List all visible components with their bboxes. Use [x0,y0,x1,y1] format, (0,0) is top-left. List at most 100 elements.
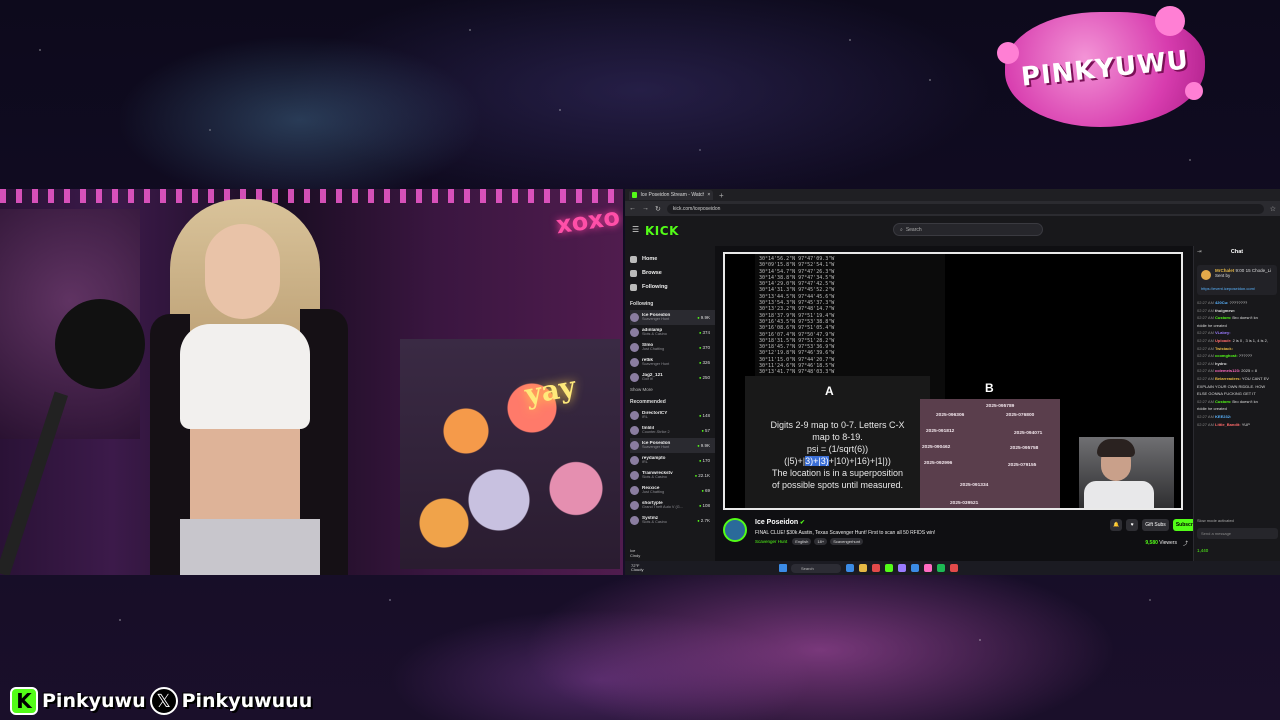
channel-viewers: 374 [699,330,715,335]
channel-viewers: 148 [699,413,715,418]
nav-following[interactable]: Following [630,280,715,294]
x-handle: Pinkyuwuuu [181,690,313,712]
browser-tab[interactable]: Ice Poseidon Stream - Watch Li × [629,190,713,200]
new-tab-icon[interactable]: + [719,191,724,200]
chat-user[interactable]: Twistack: [1215,346,1233,351]
channel-item[interactable]: RexxiceJust Chatting69 [630,483,715,498]
chat-user[interactable]: Custom: [1215,399,1232,404]
chat-user[interactable]: Uploadr: [1215,338,1233,343]
pinned-link[interactable]: https://event.iceposeidon.com/ [1201,286,1274,291]
chat-title: Chat [1230,249,1244,255]
app-icon[interactable] [872,564,880,572]
app-icon[interactable] [924,564,932,572]
channel-category: Scavenger Hunt [642,444,670,449]
weather-widget[interactable]: 72°F Cloudy [631,563,701,573]
tab-bar: Ice Poseidon Stream - Watch Li × + [625,189,1280,201]
heart-icon [630,283,637,291]
channel-text: Ice Poseidon Scavenger Hunt [642,441,694,449]
chat-message: 02:27 AM 420Cu: ???????? [1197,299,1277,307]
channel-text: Trainwreckstv Slots & Casino [642,471,692,479]
menu-icon[interactable]: ☰ [632,225,639,234]
app-icon[interactable] [937,564,945,572]
channel-item[interactable]: SystmzSlots & Casino2.7K [630,513,715,528]
nav-browse[interactable]: Browse [630,266,715,280]
streamer-webcam-overlay [1079,437,1174,508]
plush-shelf [400,339,620,569]
chat-user[interactable]: ccomghost: [1215,353,1239,358]
chat-time: 02:27 AM [1197,330,1216,336]
app-icon[interactable] [859,564,867,572]
forward-icon[interactable]: → [642,205,649,212]
streamer-name[interactable]: Ice Poseidon [755,519,805,526]
close-tab-icon[interactable]: × [707,192,710,198]
chat-user[interactable]: VLabey: [1215,330,1231,335]
chat-time: 02:27 AM [1197,300,1216,305]
taskbar-search[interactable]: Search [791,563,841,573]
back-icon[interactable]: ← [629,205,636,212]
channel-item[interactable]: DirectorICYIRL148 [630,408,715,423]
channel-viewers: 170 [699,458,715,463]
gift-subs-button[interactable]: Gift Subs [1142,519,1169,531]
search-input[interactable]: ⌕ Search [893,223,1043,236]
url-input[interactable]: kick.com/iceposeidon [666,203,1264,214]
channel-item[interactable]: Ice PoseidonScavenger Hunt9.9K [630,310,715,325]
chat-user[interactable]: Belarreaders: [1215,376,1242,381]
panel-a-label: A [825,384,834,398]
channel-viewers: 9.9K [697,443,715,448]
channel-item[interactable]: shortypleGrand Theft Auto V (G...108 [630,498,715,513]
channel-item[interactable]: tmlililCounter-Strike 257 [630,423,715,438]
chat-time: 02:27 AM [1197,398,1216,404]
chat-user[interactable]: KEE232: [1215,414,1231,419]
channel-avatar [630,313,639,322]
chat-time: 02:27 AM [1197,421,1216,427]
reload-icon[interactable]: ↻ [655,205,661,213]
tag[interactable]: English [792,538,812,545]
share-icon[interactable]: ⤴ [1183,540,1188,547]
channel-item[interactable]: adinlampSlots & Casino374 [630,325,715,340]
channel-avatar [630,328,639,337]
channel-item[interactable]: reydamptoIRL170 [630,453,715,468]
kick-logo[interactable]: KICK [645,224,679,238]
nav-home[interactable]: Home [630,252,715,266]
chat-panel: ⇥ Chat MrChalet 9:00 15 Chode_Li Sent by… [1193,246,1280,561]
chat-user[interactable]: Custom: [1215,315,1232,320]
channel-item[interactable]: SlmoJust Chatting370 [630,340,715,355]
riddle-line: The location is in a superposition [771,468,904,478]
chat-user[interactable]: Little_Bandit: [1215,422,1242,427]
chat-message: 02:27 AM thuigmew: [1197,307,1277,315]
show-more-link[interactable]: Show More [630,387,715,392]
chat-user[interactable]: 420Cu: [1215,300,1229,305]
chat-user[interactable]: hydro: [1215,361,1227,366]
chat-text: Bro doesn't kn [1232,398,1258,404]
notify-bell-button[interactable]: 🔔 [1110,519,1123,531]
pinned-time: 9:00 [1235,268,1245,273]
category-link[interactable]: Scavenger Hunt [755,539,787,544]
app-icon[interactable] [846,564,854,572]
chat-message: 02:27 AM VLabey: [1197,329,1277,337]
chat-input[interactable]: Send a message [1197,528,1278,539]
video-player[interactable]: 30°14'56.2"N 97°47'09.3"W 30°09'15.8"N 97… [723,252,1183,510]
app-icon[interactable] [950,564,958,572]
channel-item[interactable]: retlikScavenger Hunt326 [630,355,715,370]
channel-points[interactable]: 1,440 [1197,548,1208,553]
channel-category: Grand Theft Auto V (G... [642,504,683,509]
bookmark-star-icon[interactable]: ☆ [1270,205,1276,213]
app-icon[interactable] [885,564,893,572]
collapse-chat-icon[interactable]: ⇥ [1197,246,1202,259]
app-icon[interactable] [911,564,919,572]
chat-user[interactable]: thuigmew: [1215,308,1235,313]
app-icon[interactable] [898,564,906,572]
tag[interactable]: Scavengerhunt [830,538,864,545]
chat-text: YOU CANT EV [1241,375,1269,381]
channel-item[interactable]: Ice PoseidonScavenger Hunt9.9K [630,438,715,453]
channel-item[interactable]: Jag2_121Golf It!250 [630,370,715,385]
tag[interactable]: 18+ [814,538,828,545]
start-icon[interactable] [779,564,787,572]
chat-user[interactable]: colemeis123: [1215,368,1241,373]
follow-heart-button[interactable]: ♥ [1126,519,1139,531]
channel-item[interactable]: TrainwreckstvSlots & Casino22.1K [630,468,715,483]
streamer-avatar[interactable] [723,518,747,542]
chat-message: 02:27 AM colemeis123: 2025 = 8 [1197,367,1277,375]
stream-title: FINAL CLUE! $30k Austin, Texas Scavenger… [755,530,936,536]
channel-category: Slots & Casino [642,519,667,524]
